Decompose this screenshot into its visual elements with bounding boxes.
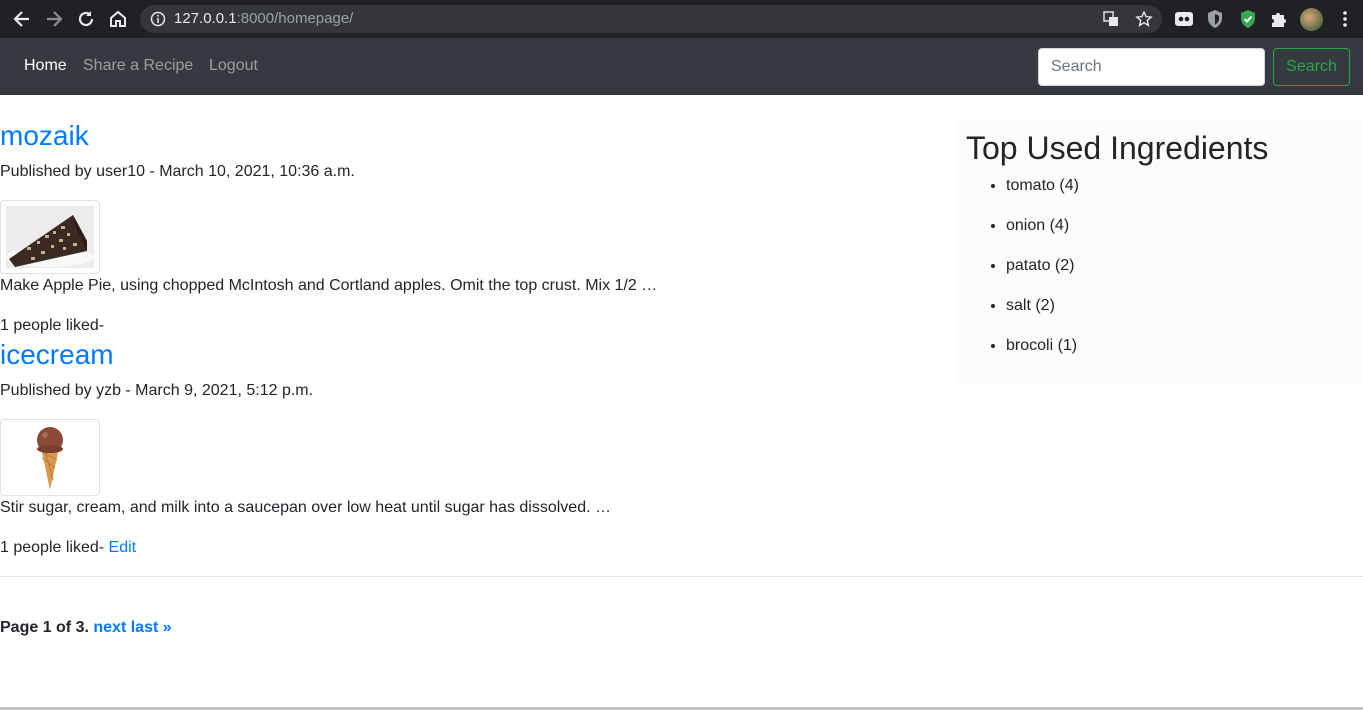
ingredient-item: tomato (4): [1006, 176, 1079, 216]
ingredient-item: salt (2): [1006, 296, 1079, 336]
info-icon[interactable]: [150, 11, 166, 27]
sidebar-title: Top Used Ingredients: [966, 130, 1269, 166]
ingredient-item: patato (2): [1006, 256, 1079, 296]
edit-link[interactable]: Edit: [109, 539, 137, 556]
post-meta: Published by user10 - March 10, 2021, 10…: [0, 163, 355, 180]
post-meta: Published by yzb - March 9, 2021, 5:12 p…: [0, 382, 314, 399]
post-image-cake-slice[interactable]: [0, 200, 100, 274]
post-image-ice-cream-cone[interactable]: [0, 419, 100, 496]
post-excerpt: Stir sugar, cream, and milk into a sauce…: [0, 499, 611, 516]
shield-extension-icon[interactable]: [1204, 8, 1226, 30]
reload-icon[interactable]: [75, 8, 97, 30]
search-button[interactable]: Search: [1273, 48, 1350, 86]
last-page-link[interactable]: last »: [131, 619, 172, 636]
cake-slice-image: [6, 206, 94, 268]
top-ingredients-panel: Top Used Ingredients tomato (4) onion (4…: [956, 120, 1363, 383]
post-likes: 1 people liked- Edit: [0, 539, 136, 557]
adblock-shield-icon[interactable]: [1237, 8, 1259, 30]
browser-toolbar: 127.0.0.1:8000/homepage/: [0, 0, 1363, 38]
extensions-puzzle-icon[interactable]: [1268, 8, 1290, 30]
menu-kebab-icon[interactable]: [1334, 8, 1356, 30]
post-excerpt: Make Apple Pie, using chopped McIntosh a…: [0, 277, 658, 294]
navbar: Home Share a Recipe Logout Search: [0, 38, 1363, 95]
nav-share-a-recipe[interactable]: Share a Recipe: [83, 57, 193, 75]
nav-home[interactable]: Home: [24, 57, 67, 75]
next-page-link[interactable]: next: [93, 619, 126, 636]
translate-icon[interactable]: [1103, 11, 1119, 27]
address-bar[interactable]: 127.0.0.1:8000/homepage/: [140, 5, 1162, 33]
post-likes: 1 people liked-: [0, 317, 104, 335]
home-icon[interactable]: [107, 8, 129, 30]
page-status: Page 1 of 3.: [0, 619, 89, 636]
back-icon[interactable]: [11, 8, 33, 30]
likes-count: 1 people liked-: [0, 317, 105, 334]
extension-tab-icon[interactable]: [1173, 8, 1195, 30]
pagination: Page 1 of 3. next last »: [0, 619, 172, 637]
divider: [0, 576, 1363, 577]
likes-count: 1 people liked-: [0, 539, 105, 556]
forward-icon[interactable]: [43, 8, 65, 30]
post-title[interactable]: mozaik: [0, 120, 89, 152]
nav-logout[interactable]: Logout: [209, 57, 258, 75]
search-input[interactable]: [1038, 48, 1265, 86]
ingredient-list: tomato (4) onion (4) patato (2) salt (2)…: [1006, 176, 1079, 376]
url-text: 127.0.0.1:8000/homepage/: [174, 10, 354, 27]
profile-avatar[interactable]: [1300, 8, 1323, 31]
ice-cream-image: [37, 427, 63, 490]
ingredient-item: brocoli (1): [1006, 336, 1079, 376]
ingredient-item: onion (4): [1006, 216, 1079, 256]
bookmark-star-icon[interactable]: [1135, 10, 1153, 28]
post-title[interactable]: icecream: [0, 339, 114, 371]
